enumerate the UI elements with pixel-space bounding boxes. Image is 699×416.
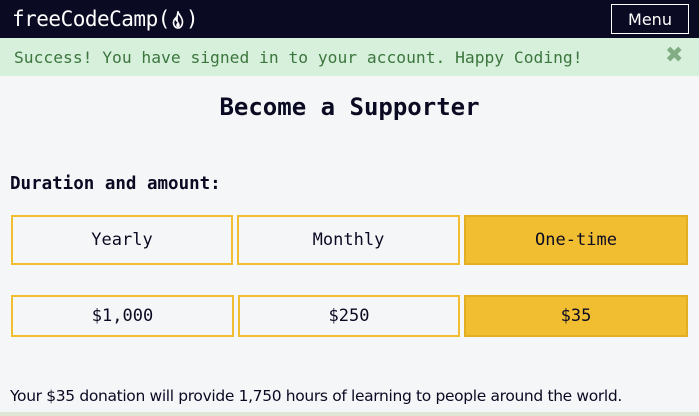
success-alert-message: Success! You have signed in to your acco…: [14, 47, 583, 67]
amount-35-button[interactable]: $35: [464, 295, 688, 337]
logo-text: freeCodeCamp: [12, 7, 158, 31]
logo-close-paren: ): [185, 7, 199, 31]
amount-1000-button[interactable]: $1,000: [11, 295, 234, 337]
freecodecamp-logo[interactable]: freeCodeCamp(): [12, 7, 199, 31]
amount-250-button[interactable]: $250: [238, 295, 460, 337]
duration-amount-label: Duration and amount:: [10, 174, 221, 194]
success-alert: Success! You have signed in to your acco…: [0, 38, 699, 76]
bottom-divider: [0, 412, 699, 416]
page-title: Become a Supporter: [219, 93, 480, 121]
menu-button[interactable]: Menu: [611, 4, 689, 34]
top-navbar: freeCodeCamp() Menu: [0, 0, 699, 38]
logo-open-paren: (: [157, 7, 171, 31]
duration-monthly-button[interactable]: Monthly: [237, 215, 460, 265]
flame-icon: [171, 8, 185, 29]
duration-yearly-button[interactable]: Yearly: [11, 215, 233, 265]
donation-impact-text: Your $35 donation will provide 1,750 hou…: [10, 386, 622, 405]
close-icon[interactable]: ✖: [665, 45, 683, 67]
duration-one-time-button[interactable]: One-time: [464, 215, 688, 265]
